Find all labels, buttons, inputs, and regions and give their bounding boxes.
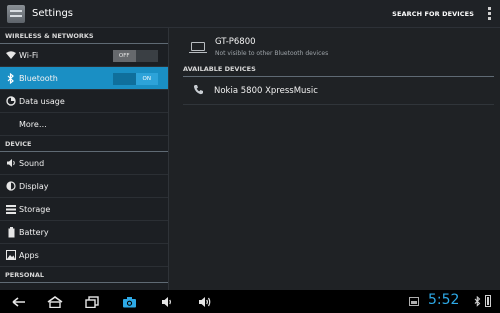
device-name: GT-P6800 xyxy=(215,37,256,47)
sidebar-item-sound[interactable]: Sound xyxy=(0,152,168,175)
sidebar-item-data-usage[interactable]: Data usage xyxy=(0,90,168,113)
gallery-notification-icon[interactable] xyxy=(409,297,419,306)
recent-apps-icon[interactable] xyxy=(83,293,101,310)
sidebar-item-label: More… xyxy=(19,119,47,129)
speaker-icon xyxy=(4,156,18,170)
sidebar-item-display[interactable]: Display xyxy=(0,175,168,198)
battery-icon xyxy=(4,225,18,239)
system-navigation-bar: 5:52 xyxy=(0,290,500,313)
app-title: Settings xyxy=(32,8,74,19)
sidebar-item-label: Bluetooth xyxy=(19,73,58,83)
bluetooth-status-icon xyxy=(474,295,481,310)
sidebar-item-label: Battery xyxy=(19,227,49,237)
bluetooth-icon xyxy=(4,71,18,85)
sidebar-item-battery[interactable]: Battery xyxy=(0,221,168,244)
wifi-icon xyxy=(4,48,18,62)
sidebar-item-label: Apps xyxy=(19,250,39,260)
storage-icon xyxy=(4,202,18,216)
search-for-devices-button[interactable]: SEARCH FOR DEVICES xyxy=(392,0,474,28)
this-device-row[interactable]: GT-P6800 Not visible to other Bluetooth … xyxy=(189,36,491,62)
apps-icon xyxy=(4,248,18,262)
sidebar-item-apps[interactable]: Apps xyxy=(0,244,168,267)
action-bar: Settings SEARCH FOR DEVICES xyxy=(0,0,500,28)
sidebar-item-label: Display xyxy=(19,181,49,191)
section-header-personal: PERSONAL xyxy=(0,267,168,283)
available-device-item[interactable]: Nokia 5800 XpressMusic xyxy=(183,79,494,105)
device-visibility-status: Not visible to other Bluetooth devices xyxy=(215,50,329,57)
sidebar-item-label: Sound xyxy=(19,158,45,168)
sidebar-item-label: Storage xyxy=(19,204,51,214)
toggle-off-label: OFF xyxy=(113,50,136,62)
clock[interactable]: 5:52 xyxy=(428,292,459,308)
data-usage-icon xyxy=(4,94,18,108)
sidebar-item-storage[interactable]: Storage xyxy=(0,198,168,221)
toggle-empty-segment xyxy=(136,50,159,62)
toggle-empty-segment xyxy=(113,73,136,85)
available-devices-header: AVAILABLE DEVICES xyxy=(183,65,494,77)
sidebar-item-label: Wi-Fi xyxy=(19,50,39,60)
available-device-name: Nokia 5800 XpressMusic xyxy=(214,86,318,96)
laptop-icon xyxy=(189,42,207,53)
battery-status-icon xyxy=(485,295,491,307)
bluetooth-detail-pane: GT-P6800 Not visible to other Bluetooth … xyxy=(169,28,500,290)
section-header-wireless: WIRELESS & NETWORKS xyxy=(0,28,168,44)
volume-up-icon[interactable] xyxy=(196,293,214,310)
screenshot-camera-icon[interactable] xyxy=(120,293,138,310)
sidebar-item-bluetooth[interactable]: Bluetooth ON xyxy=(0,67,168,90)
bluetooth-toggle[interactable]: ON xyxy=(113,73,158,85)
screen: Settings SEARCH FOR DEVICES WIRELESS & N… xyxy=(0,0,500,313)
back-icon[interactable] xyxy=(10,293,28,310)
overflow-menu-icon[interactable] xyxy=(488,7,491,21)
settings-list: WIRELESS & NETWORKS Wi-Fi OFF Bluetooth … xyxy=(0,28,168,290)
toggle-on-label: ON xyxy=(135,73,158,85)
sidebar-item-label: Data usage xyxy=(19,96,65,106)
section-header-device: DEVICE xyxy=(0,136,168,152)
home-icon[interactable] xyxy=(46,293,64,310)
settings-app-icon[interactable] xyxy=(7,4,25,23)
wifi-toggle[interactable]: OFF xyxy=(113,50,158,62)
sidebar-item-wifi[interactable]: Wi-Fi OFF xyxy=(0,44,168,67)
sidebar-item-more[interactable]: More… xyxy=(0,113,168,136)
phone-icon xyxy=(193,84,204,98)
brightness-icon xyxy=(4,179,18,193)
volume-down-icon[interactable] xyxy=(158,293,176,310)
